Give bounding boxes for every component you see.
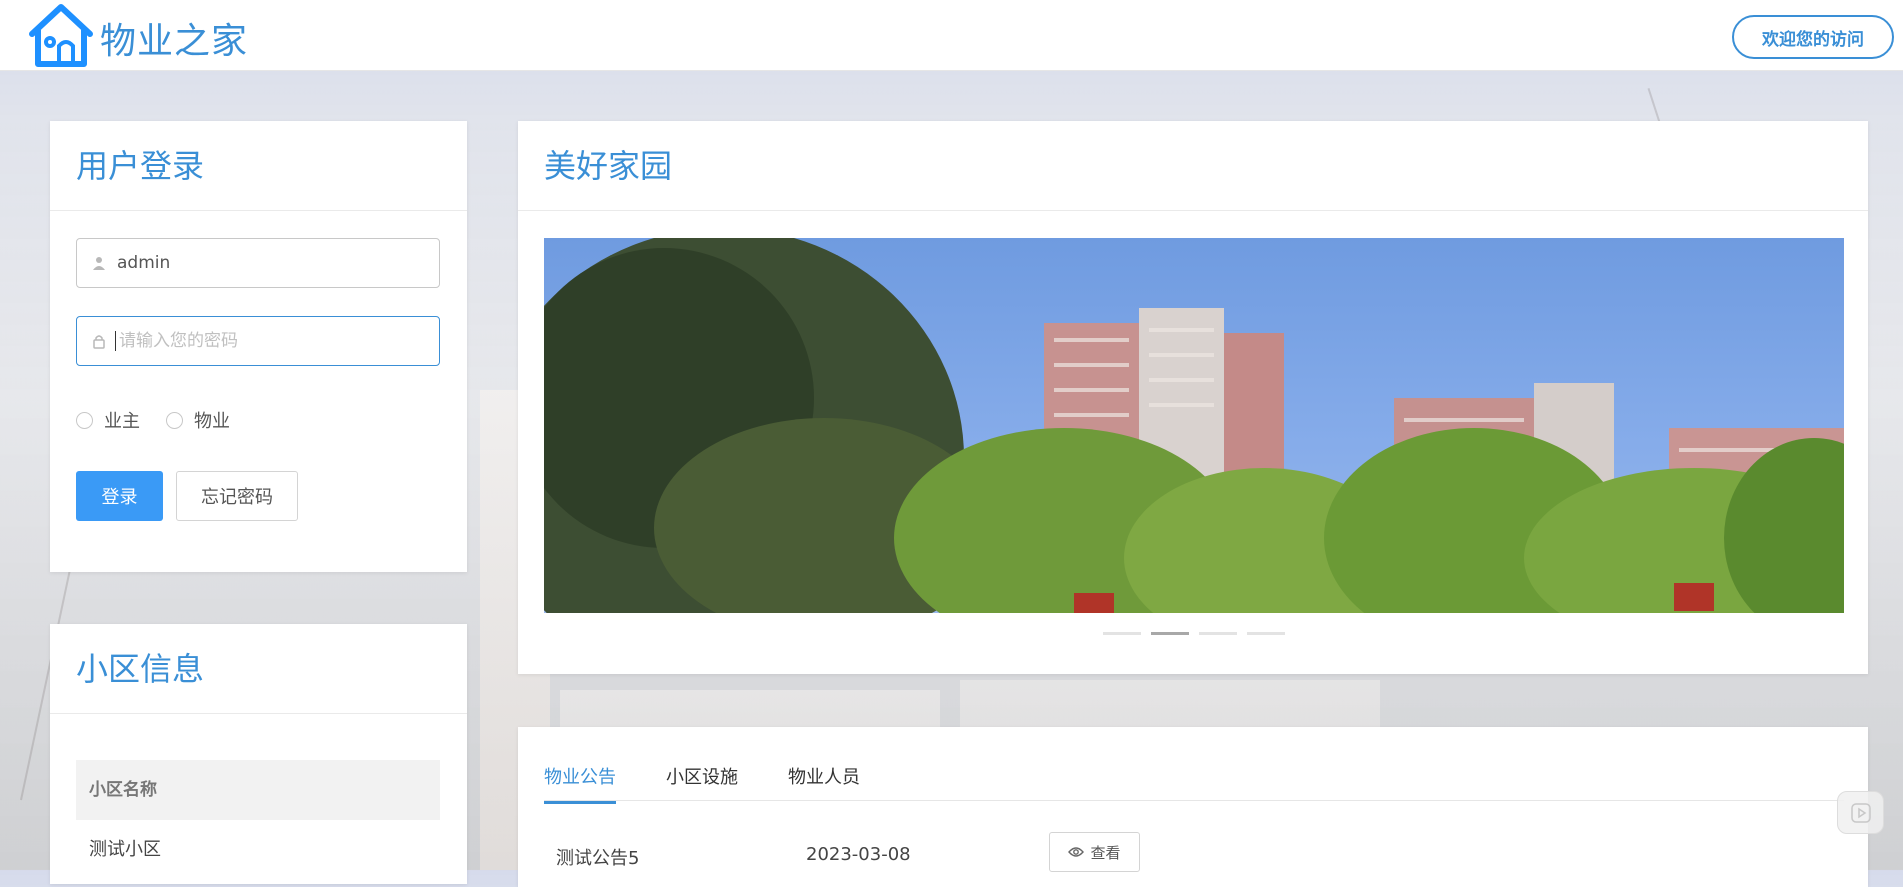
radio-circle[interactable] (76, 411, 93, 429)
notice-title: 测试公告5 (556, 848, 640, 869)
house-logo-icon (29, 4, 93, 67)
community-title: 小区信息 (50, 624, 467, 714)
tab-property-staff[interactable]: 物业人员 (788, 763, 860, 804)
notice-tabs: 物业公告 小区设施 物业人员 (544, 763, 910, 804)
role-property-label: 物业 (194, 411, 230, 432)
login-button[interactable]: 登录 (76, 471, 163, 521)
forgot-password-button[interactable]: 忘记密码 (176, 471, 298, 521)
tab-divider (544, 800, 1844, 801)
login-title: 用户登录 (50, 121, 467, 211)
carousel-image[interactable] (544, 238, 1844, 613)
role-radio-owner[interactable]: 业主 (76, 407, 140, 433)
notice-date: 2023-03-08 (806, 844, 911, 865)
floating-play-button[interactable] (1837, 791, 1884, 834)
residential-buildings-photo (544, 238, 1844, 613)
lock-icon (93, 335, 105, 349)
login-card: 用户登录 业主 物业 登录 忘记密码 (50, 121, 467, 572)
view-button-label: 查看 (1090, 843, 1121, 862)
top-header: 物业之家 欢迎您的访问 (0, 0, 1903, 71)
user-icon (93, 257, 105, 270)
carousel-dot-3[interactable] (1199, 632, 1237, 635)
radio-circle[interactable] (166, 411, 183, 429)
welcome-button[interactable]: 欢迎您的访问 (1732, 15, 1894, 59)
play-icon (1850, 802, 1871, 823)
tab-property-notice[interactable]: 物业公告 (544, 763, 616, 804)
site-logo-text: 物业之家 (100, 21, 249, 62)
role-radio-property[interactable]: 物业 (166, 407, 230, 433)
eye-icon (1068, 847, 1085, 857)
username-field[interactable] (76, 238, 440, 288)
username-input[interactable] (115, 252, 419, 274)
home-card: 美好家园 (518, 121, 1868, 674)
view-notice-button[interactable]: 查看 (1049, 832, 1140, 872)
home-title: 美好家园 (518, 121, 1868, 211)
notice-card: 物业公告 小区设施 物业人员 测试公告5 2023-03-08 查看 (518, 727, 1868, 887)
table-row[interactable]: 测试小区 (76, 820, 440, 880)
text-caret (115, 331, 116, 351)
role-radio-group: 业主 物业 (76, 407, 256, 433)
carousel-dot-1[interactable] (1103, 632, 1141, 635)
tab-community-facilities[interactable]: 小区设施 (666, 763, 738, 804)
carousel-dot-2[interactable] (1151, 632, 1189, 635)
table-row: 测试公告5 2023-03-08 查看 (556, 832, 1846, 874)
role-owner-label: 业主 (104, 411, 140, 432)
community-info-card: 小区信息 小区名称 测试小区 (50, 624, 467, 884)
carousel-indicators (1103, 632, 1295, 635)
password-field[interactable] (76, 316, 440, 366)
carousel-dot-4[interactable] (1247, 632, 1285, 635)
community-table-header: 小区名称 (76, 760, 440, 820)
password-input[interactable] (117, 330, 421, 352)
